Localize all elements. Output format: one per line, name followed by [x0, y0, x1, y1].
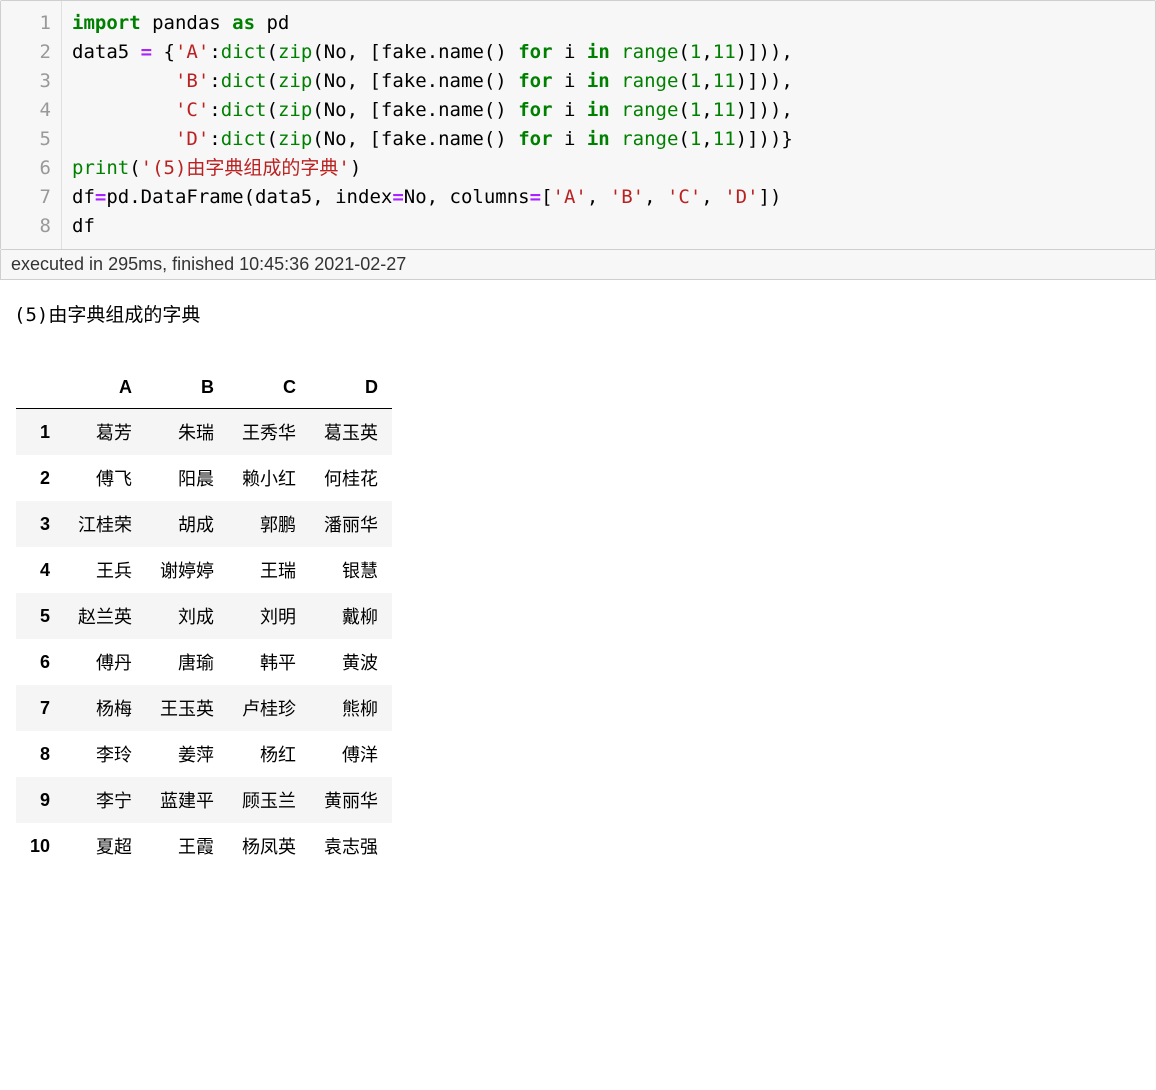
line-number: 5 — [1, 125, 61, 154]
line-number: 1 — [1, 9, 61, 38]
cell: 卢桂珍 — [228, 685, 310, 731]
cell: 葛芳 — [64, 409, 146, 456]
cell: 夏超 — [64, 823, 146, 869]
cell: 傅飞 — [64, 455, 146, 501]
cell: 李玲 — [64, 731, 146, 777]
cell: 唐瑜 — [146, 639, 228, 685]
line-number: 3 — [1, 67, 61, 96]
table-row: 1葛芳朱瑞王秀华葛玉英 — [16, 409, 392, 456]
cell: 傅丹 — [64, 639, 146, 685]
row-index: 8 — [16, 731, 64, 777]
col-header: D — [310, 367, 392, 409]
line-number: 7 — [1, 183, 61, 212]
cell: 李宁 — [64, 777, 146, 823]
cell: 潘丽华 — [310, 501, 392, 547]
cell: 杨红 — [228, 731, 310, 777]
table-header: A B C D — [16, 367, 392, 409]
table-row: 2傅飞阳晨赖小红何桂花 — [16, 455, 392, 501]
cell: 黄波 — [310, 639, 392, 685]
table-row: 3江桂荣胡成郭鹏潘丽华 — [16, 501, 392, 547]
row-index: 1 — [16, 409, 64, 456]
cell: 杨梅 — [64, 685, 146, 731]
cell: 熊柳 — [310, 685, 392, 731]
row-index: 9 — [16, 777, 64, 823]
cell: 朱瑞 — [146, 409, 228, 456]
cell: 杨凤英 — [228, 823, 310, 869]
row-index: 3 — [16, 501, 64, 547]
cell: 胡成 — [146, 501, 228, 547]
cell: 顾玉兰 — [228, 777, 310, 823]
cell: 郭鹏 — [228, 501, 310, 547]
row-index: 6 — [16, 639, 64, 685]
cell: 戴柳 — [310, 593, 392, 639]
table-row: 6傅丹唐瑜韩平黄波 — [16, 639, 392, 685]
cell: 葛玉英 — [310, 409, 392, 456]
cell: 刘明 — [228, 593, 310, 639]
line-number: 6 — [1, 154, 61, 183]
cell: 傅洋 — [310, 731, 392, 777]
cell: 黄丽华 — [310, 777, 392, 823]
line-number: 2 — [1, 38, 61, 67]
cell: 赵兰英 — [64, 593, 146, 639]
cell: 王秀华 — [228, 409, 310, 456]
col-header: B — [146, 367, 228, 409]
table-row: 5赵兰英刘成刘明戴柳 — [16, 593, 392, 639]
cell: 阳晨 — [146, 455, 228, 501]
table-row: 4王兵谢婷婷王瑞银慧 — [16, 547, 392, 593]
table-row: 7杨梅王玉英卢桂珍熊柳 — [16, 685, 392, 731]
output-area: (5)由字典组成的字典 A B C D 1葛芳朱瑞王秀华葛玉英2傅飞阳晨赖小红何… — [0, 280, 1156, 889]
cell: 袁志强 — [310, 823, 392, 869]
cell: 王玉英 — [146, 685, 228, 731]
row-index: 5 — [16, 593, 64, 639]
cell: 韩平 — [228, 639, 310, 685]
execution-timing: executed in 295ms, finished 10:45:36 202… — [0, 250, 1156, 280]
code-input-area[interactable]: 1 2 3 4 5 6 7 8 import pandas as pd data… — [0, 0, 1156, 250]
cell: 姜萍 — [146, 731, 228, 777]
row-index: 7 — [16, 685, 64, 731]
cell: 蓝建平 — [146, 777, 228, 823]
line-number-gutter: 1 2 3 4 5 6 7 8 — [1, 1, 62, 249]
cell: 谢婷婷 — [146, 547, 228, 593]
table-row: 10夏超王霞杨凤英袁志强 — [16, 823, 392, 869]
col-header: A — [64, 367, 146, 409]
cell: 银慧 — [310, 547, 392, 593]
table-row: 8李玲姜萍杨红傅洋 — [16, 731, 392, 777]
index-header — [16, 367, 64, 409]
row-index: 2 — [16, 455, 64, 501]
line-number: 8 — [1, 212, 61, 241]
table-body: 1葛芳朱瑞王秀华葛玉英2傅飞阳晨赖小红何桂花3江桂荣胡成郭鹏潘丽华4王兵谢婷婷王… — [16, 409, 392, 870]
row-index: 10 — [16, 823, 64, 869]
cell: 王兵 — [64, 547, 146, 593]
cell: 刘成 — [146, 593, 228, 639]
line-number: 4 — [1, 96, 61, 125]
col-header: C — [228, 367, 310, 409]
table-row: 9李宁蓝建平顾玉兰黄丽华 — [16, 777, 392, 823]
cell: 王瑞 — [228, 547, 310, 593]
cell: 王霞 — [146, 823, 228, 869]
cell: 赖小红 — [228, 455, 310, 501]
dataframe-table: A B C D 1葛芳朱瑞王秀华葛玉英2傅飞阳晨赖小红何桂花3江桂荣胡成郭鹏潘丽… — [16, 367, 392, 869]
code-text[interactable]: import pandas as pd data5 = {'A':dict(zi… — [62, 1, 1155, 249]
stdout-text: (5)由字典组成的字典 — [14, 300, 1142, 327]
cell: 何桂花 — [310, 455, 392, 501]
row-index: 4 — [16, 547, 64, 593]
notebook-cell: 1 2 3 4 5 6 7 8 import pandas as pd data… — [0, 0, 1156, 889]
cell: 江桂荣 — [64, 501, 146, 547]
